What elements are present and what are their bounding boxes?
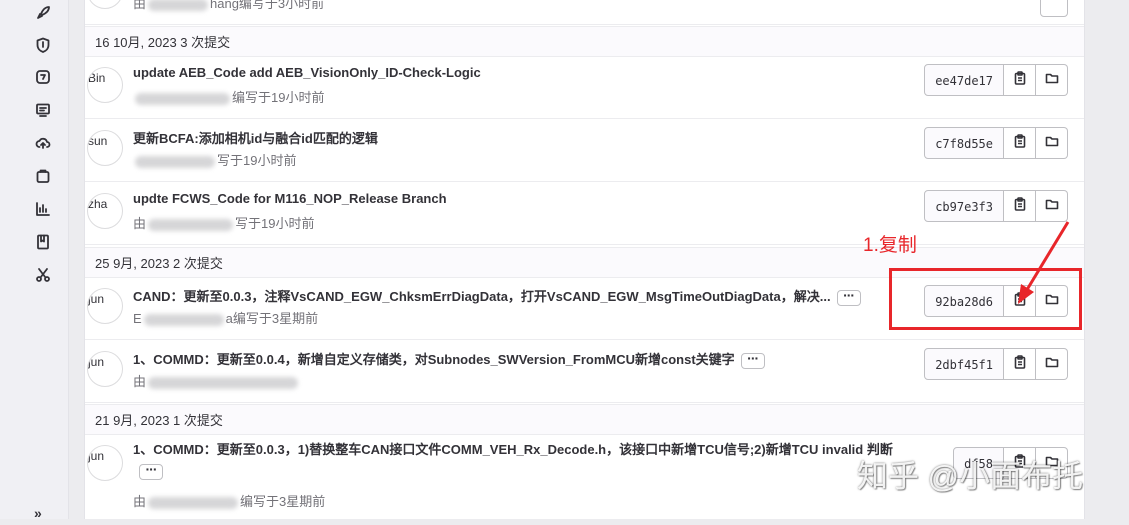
commit-sha[interactable]: c7f8d55e bbox=[924, 127, 1004, 159]
commit-title[interactable]: update AEB_Code add AEB_VisionOnly_ID-Ch… bbox=[133, 65, 481, 80]
annotation-highlight-box bbox=[889, 268, 1082, 330]
folder-icon bbox=[1045, 71, 1059, 90]
commit-meta: 写于19小时前 bbox=[133, 150, 296, 169]
commit-actions: cb97e3f3 bbox=[924, 190, 1068, 222]
commit-title[interactable]: CAND：更新至0.0.3，注释VsCAND_EGW_ChksmErrDiagD… bbox=[133, 286, 861, 306]
commit-meta: 由 hang编写于3小时前 bbox=[133, 0, 325, 11]
commit-title[interactable]: 1、COMMD：更新至0.0.3，1)替换整车CAN接口文件COMM_VEH_R… bbox=[133, 439, 903, 481]
expand-message-button[interactable]: ··· bbox=[836, 288, 861, 306]
commit-row: sun 更新BCFA:添加相机id与融合id匹配的逻辑 写于19小时前 c7f8… bbox=[85, 120, 1084, 182]
folder-icon bbox=[1045, 134, 1059, 153]
avatar: zha bbox=[87, 193, 123, 229]
commit-title[interactable]: updte FCWS_Code for M116_NOP_Release Bra… bbox=[133, 191, 447, 206]
copy-sha-button[interactable] bbox=[1004, 127, 1036, 159]
package-icon[interactable] bbox=[34, 167, 52, 185]
commit-meta: Ea编写于3星期前 bbox=[133, 311, 319, 326]
browse-files-button[interactable] bbox=[1040, 0, 1068, 17]
watermark: 知乎 @小面布托 bbox=[857, 459, 1084, 494]
browse-files-button[interactable] bbox=[1036, 64, 1068, 96]
copy-sha-button[interactable] bbox=[1004, 190, 1036, 222]
shield-icon[interactable] bbox=[34, 36, 52, 54]
browse-files-button[interactable] bbox=[1036, 348, 1068, 380]
commit-actions: 2dbf45f1 bbox=[924, 348, 1068, 380]
expand-message-button[interactable]: ··· bbox=[740, 351, 765, 369]
commit-row-partial: 由 hang编写于3小时前 bbox=[85, 0, 1084, 25]
commit-list-panel: 由 hang编写于3小时前 16 10月, 2023 3 次提交 Bin upda… bbox=[84, 0, 1085, 519]
copy-sha-button[interactable] bbox=[1004, 348, 1036, 380]
annotation-label: 1.复制 bbox=[863, 235, 917, 256]
avatar: jun bbox=[87, 445, 123, 481]
avatar: jun bbox=[87, 351, 123, 387]
commit-row: jun 1、COMMD：更新至0.0.4，新增自定义存储类，对Subnodes_… bbox=[85, 341, 1084, 403]
commit-meta: 由写于19小时前 bbox=[133, 216, 315, 231]
day-header: 16 10月, 2023 3 次提交 bbox=[85, 26, 1084, 57]
commit-actions bbox=[1040, 0, 1068, 17]
clipboard-icon bbox=[1013, 354, 1027, 374]
snippets-scissors-icon[interactable] bbox=[34, 266, 52, 284]
commit-sha[interactable]: 2dbf45f1 bbox=[924, 348, 1004, 380]
clipboard-icon bbox=[1013, 196, 1027, 216]
right-scroll-strip bbox=[1101, 0, 1129, 519]
clipboard-icon bbox=[1013, 70, 1027, 90]
clipboard-icon bbox=[1013, 133, 1027, 153]
left-nav-rail: » bbox=[0, 0, 69, 521]
avatar: sun bbox=[87, 130, 123, 166]
commit-title[interactable]: 更新BCFA:添加相机id与融合id匹配的逻辑 bbox=[133, 128, 378, 147]
wiki-icon[interactable] bbox=[34, 233, 52, 251]
avatar: jun bbox=[87, 288, 123, 324]
analytics-icon[interactable] bbox=[34, 200, 52, 218]
commit-meta: 由编写于3星期前 bbox=[133, 494, 326, 509]
rocket-icon[interactable] bbox=[34, 4, 52, 22]
folder-icon bbox=[1045, 355, 1059, 374]
day-header: 21 9月, 2023 1 次提交 bbox=[85, 404, 1084, 435]
expand-message-button[interactable]: ··· bbox=[139, 462, 163, 480]
browse-files-button[interactable] bbox=[1036, 190, 1068, 222]
commit-actions: c7f8d55e bbox=[924, 127, 1068, 159]
commit-meta: 编写于19小时前 bbox=[133, 87, 324, 106]
commit-title[interactable]: 1、COMMD：更新至0.0.4，新增自定义存储类，对Subnodes_SWVe… bbox=[133, 349, 765, 369]
folder-icon bbox=[1045, 197, 1059, 216]
copy-sha-button[interactable] bbox=[1004, 64, 1036, 96]
commit-sha[interactable]: cb97e3f3 bbox=[924, 190, 1004, 222]
commit-meta: 由 bbox=[133, 371, 300, 390]
commit-sha[interactable]: ee47de17 bbox=[924, 64, 1004, 96]
commit-row: Bin update AEB_Code add AEB_VisionOnly_I… bbox=[85, 57, 1084, 119]
deploy-icon[interactable] bbox=[34, 68, 52, 86]
commit-row: zha updte FCWS_Code for M116_NOP_Release… bbox=[85, 183, 1084, 245]
cloud-upload-icon[interactable] bbox=[34, 134, 52, 152]
monitor-icon[interactable] bbox=[34, 101, 52, 119]
avatar bbox=[87, 0, 123, 9]
commit-actions: ee47de17 bbox=[924, 64, 1068, 96]
browse-files-button[interactable] bbox=[1036, 127, 1068, 159]
avatar: Bin bbox=[87, 67, 123, 103]
